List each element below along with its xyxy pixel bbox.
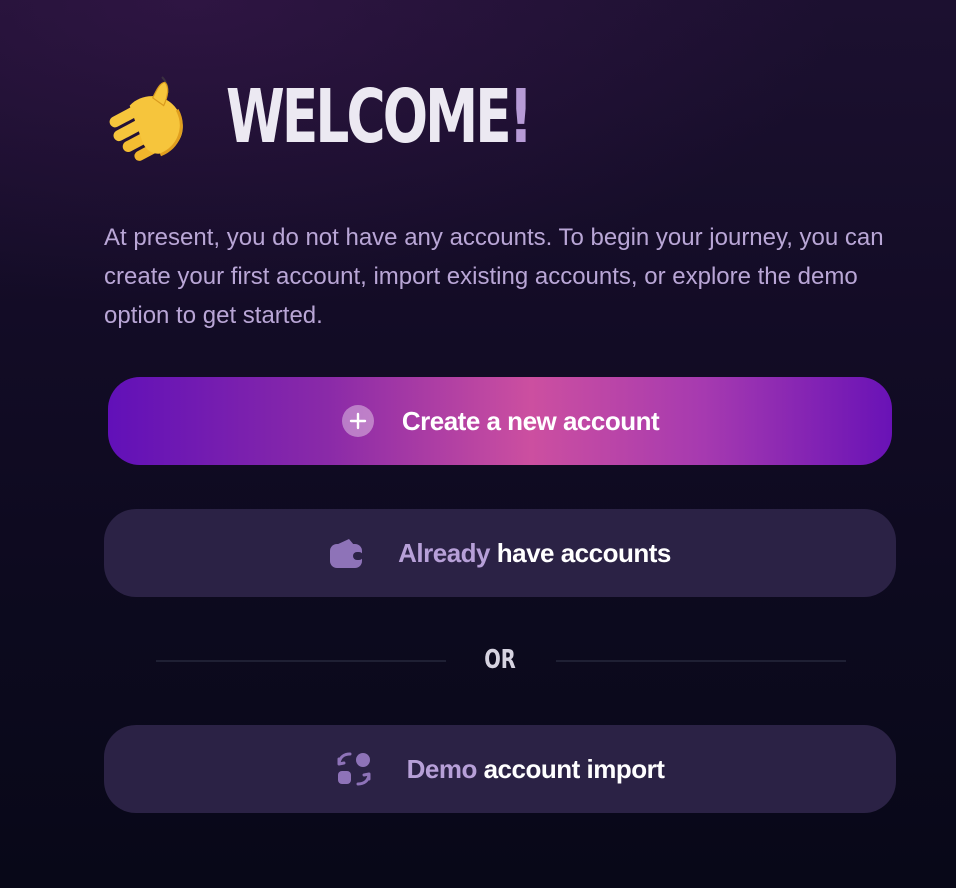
title-exclamation: ! [508,74,533,160]
demo-account-import-button[interactable]: Demo account import [104,725,896,813]
divider-line-left [156,660,446,662]
already-have-accounts-button[interactable]: Already have accounts [104,509,896,597]
demo-label-strong: account import [483,753,665,784]
create-account-label: Create a new account [401,405,660,436]
or-divider-label: OR [484,645,516,675]
demo-label-muted: Demo [406,753,478,784]
wallet-icon [330,539,364,568]
waving-hand-icon [109,76,183,161]
already-have-accounts-label: Already have accounts [398,538,671,569]
intro-text: At present, you do not have any accounts… [104,224,884,329]
scan-import-icon [337,752,371,786]
create-account-button[interactable]: Create a new account [108,377,892,465]
already-label-strong: have accounts [496,537,672,568]
title-text: WELCOME [226,74,512,160]
already-label-muted: Already [398,537,490,568]
divider-line-right [556,660,846,662]
plus-circle-icon [341,405,374,437]
page-title: WELCOME! [226,80,533,154]
welcome-header: WELCOME! [104,72,648,162]
demo-account-import-label: Demo account import [407,754,665,785]
